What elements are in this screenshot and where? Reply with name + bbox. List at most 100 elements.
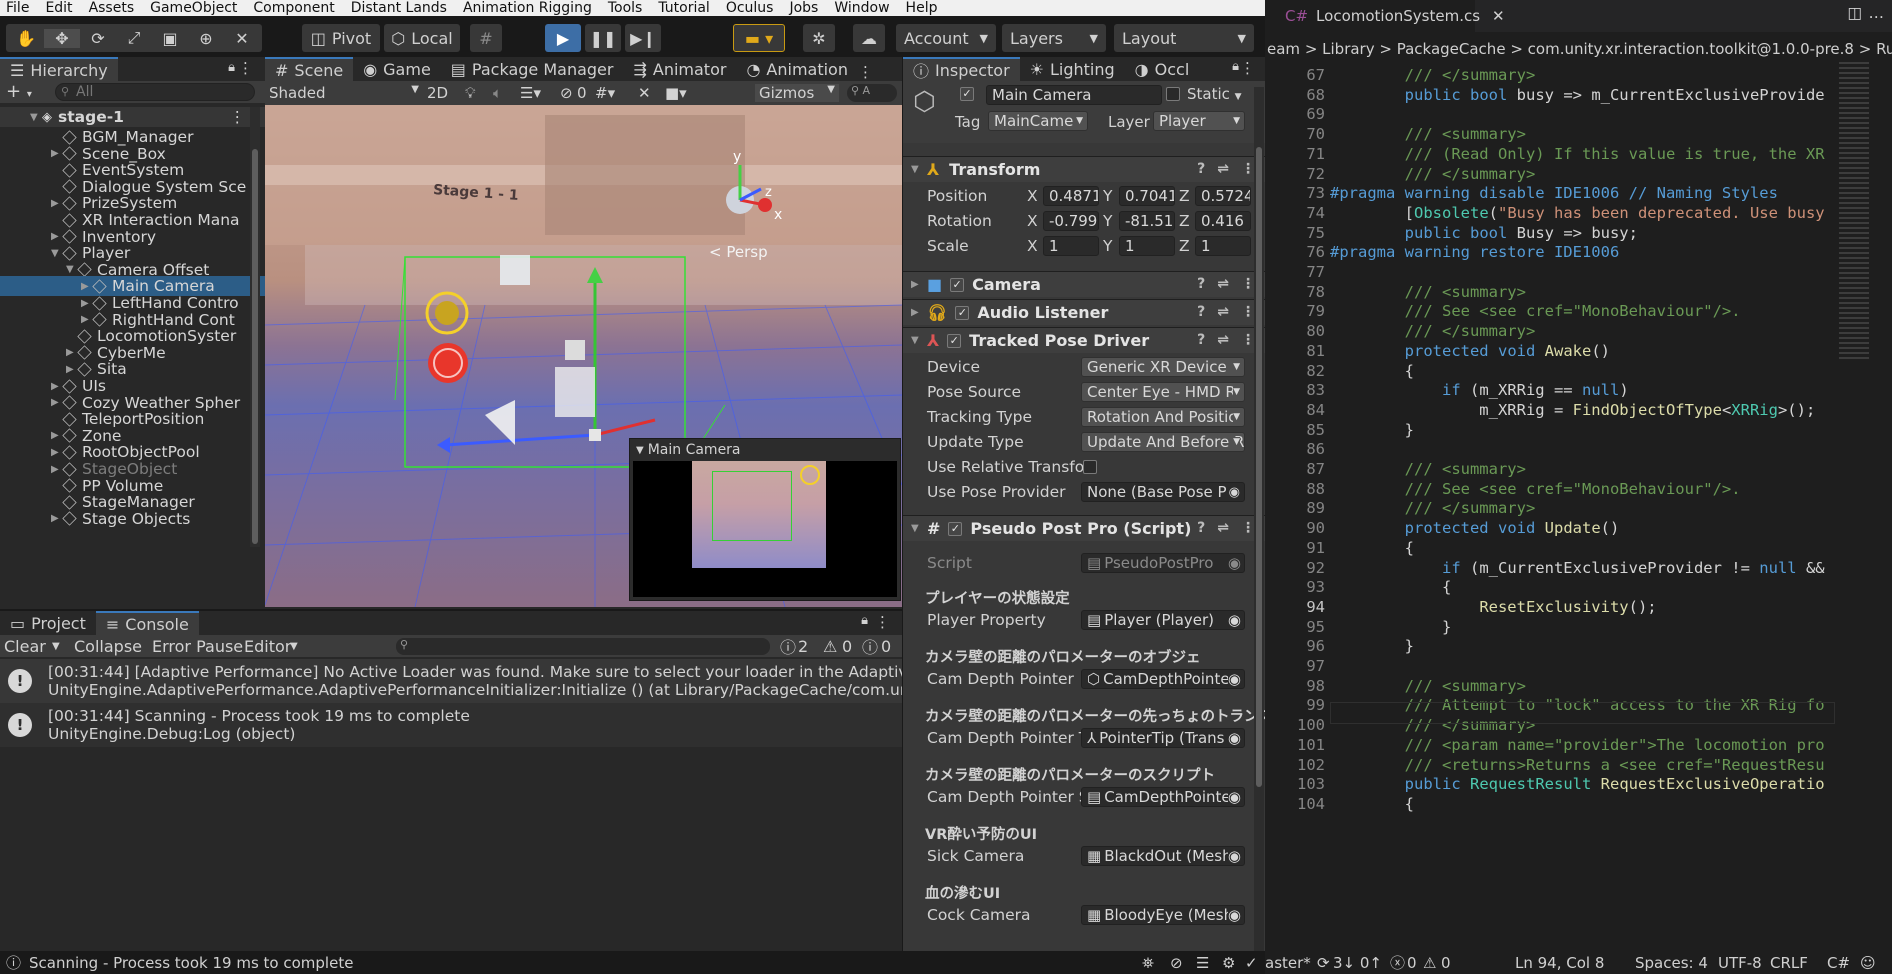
cursor-position[interactable]: Ln 94, Col 8	[1515, 954, 1604, 972]
chevron-right-icon[interactable]: ▶	[66, 364, 78, 375]
language-mode[interactable]: C#	[1827, 954, 1850, 972]
z-axis-label[interactable]: Z	[1179, 237, 1190, 255]
menu-item-oculus[interactable]: Oculus	[720, 0, 784, 16]
position-x-input[interactable]: 0.4871	[1043, 186, 1099, 206]
preset-icon[interactable]: ⇌	[1217, 161, 1229, 177]
y-axis-label[interactable]: Y	[1103, 212, 1112, 230]
breadcrumb-item[interactable]: eam	[1267, 40, 1300, 58]
add-icon[interactable]: + ▾	[6, 81, 32, 102]
chevron-right-icon[interactable]: ▶	[51, 397, 63, 408]
tab-scene[interactable]: # Scene	[265, 57, 354, 81]
object-reference-field[interactable]: ▤ CamDepthPointe ◉	[1081, 787, 1245, 807]
editor-dropdown[interactable]: Editor	[244, 637, 291, 656]
tab-animator[interactable]: ⇶ Animator	[623, 57, 736, 81]
code-line[interactable]: /// <returns>Returns a <see cref="Reques…	[1330, 756, 1825, 774]
hidden-toggle-icon[interactable]: ⊘	[560, 84, 573, 102]
kebab-menu-icon[interactable]: ⋮	[1241, 276, 1255, 292]
target-icon[interactable]: ◉	[1227, 729, 1241, 747]
persp-label[interactable]: < Persp	[709, 243, 768, 261]
y-axis-label[interactable]: Y	[1103, 187, 1112, 205]
rotate-tool-icon[interactable]: ⟳	[80, 29, 116, 48]
object-reference-field[interactable]: ▦ BloodyEye (Mesh ◉	[1081, 905, 1245, 925]
code-line[interactable]: {	[1330, 539, 1414, 557]
move-tool-icon[interactable]: ✥	[44, 28, 80, 48]
static-checkbox[interactable]	[1166, 87, 1180, 101]
breadcrumb-item[interactable]: PackageCache	[1397, 40, 1506, 58]
code-line[interactable]: /// See <see cref="MonoBehaviour"/>.	[1330, 302, 1741, 320]
menu-item-help[interactable]: Help	[900, 0, 948, 16]
chevron-down-icon[interactable]: ▼	[911, 335, 923, 346]
chevron-right-icon[interactable]: ▶	[911, 307, 923, 318]
object-reference-field[interactable]: ▦ BlackdOut (Mesh ◉	[1081, 846, 1245, 866]
scale-tool-icon[interactable]: ⤢	[116, 28, 152, 48]
object-reference-field[interactable]: ⬡ CamDepthPointe ◉	[1081, 669, 1245, 689]
code-line[interactable]: [Obsolete("Busy has been deprecated. Use…	[1330, 204, 1825, 222]
scene-search-input[interactable]: ⚲ A	[847, 84, 897, 102]
help-icon[interactable]: ?	[1197, 276, 1205, 292]
indentation[interactable]: Spaces: 4	[1635, 954, 1708, 972]
shading-dropdown[interactable]: Shaded ▼	[269, 84, 419, 102]
pseudo-post-pro-header[interactable]: ▼ # ✓ Pseudo Post Pro (Script) ? ⇌ ⋮	[903, 515, 1265, 541]
tab-game[interactable]: ◉ Game	[353, 57, 441, 81]
x-axis-label[interactable]: X	[1027, 237, 1038, 255]
menu-item-distant-lands[interactable]: Distant Lands	[345, 0, 457, 16]
audio-toggle-icon[interactable]: 🔈︎	[493, 84, 502, 102]
code-line[interactable]: #pragma warning restore IDE1006	[1330, 243, 1619, 261]
hierarchy-item[interactable]: ▶ Stage Objects	[0, 509, 265, 529]
x-axis-label[interactable]: X	[1027, 187, 1038, 205]
target-icon[interactable]: ◉	[1227, 611, 1241, 629]
code-line[interactable]: /// </summary>	[1330, 66, 1536, 84]
code-line[interactable]: /// </summary>	[1330, 165, 1536, 183]
log-entry[interactable]: ! [00:31:44] Scanning - Process took 19 m…	[0, 703, 902, 747]
code-line[interactable]: if (m_CurrentExclusiveProvider != null &…	[1330, 559, 1825, 577]
preset-icon[interactable]: ⇌	[1217, 332, 1229, 348]
layer-dropdown[interactable]: Player ▼	[1153, 111, 1245, 131]
menu-item-window[interactable]: Window	[828, 0, 899, 16]
help-icon[interactable]: ?	[1197, 332, 1205, 348]
code-line[interactable]: if (m_XRRig == null)	[1330, 381, 1629, 399]
scale-x-input[interactable]: 1	[1043, 236, 1099, 256]
tab-occl[interactable]: ◑ Occl	[1125, 57, 1200, 81]
code-line[interactable]: {	[1330, 578, 1451, 596]
kebab-menu-icon[interactable]: ⋮	[238, 59, 253, 77]
code-line[interactable]: public bool Busy => busy;	[1330, 224, 1638, 242]
menu-item-component[interactable]: Component	[247, 0, 344, 16]
preset-icon[interactable]: ⇌	[1217, 276, 1229, 292]
light-toggle-icon[interactable]: 💡︎	[465, 84, 476, 102]
rect-tool-icon[interactable]: ▣	[152, 29, 188, 48]
more-actions-icon[interactable]: …	[1869, 4, 1885, 22]
tpd-enabled-checkbox[interactable]: ✓	[947, 333, 962, 348]
code-line[interactable]: /// <summary>	[1330, 460, 1526, 478]
tab-project[interactable]: ▭ Project	[0, 611, 96, 635]
tab-console[interactable]: ≡ Console	[95, 611, 199, 635]
menu-item-gameobject[interactable]: GameObject	[144, 0, 247, 16]
warning-icon[interactable]: ⚠	[1423, 954, 1436, 972]
layers-dropdown[interactable]: Layers ▼	[1002, 24, 1106, 52]
close-icon[interactable]: ✕	[1492, 7, 1505, 25]
target-icon[interactable]: ◉	[1227, 847, 1241, 865]
active-checkbox[interactable]: ✓	[960, 87, 974, 101]
kebab-menu-icon[interactable]: ⋮	[1240, 59, 1255, 77]
chevron-right-icon[interactable]: ▶	[51, 198, 63, 209]
feedback-icon[interactable]: ☺	[1860, 954, 1876, 972]
chevron-right-icon[interactable]: ▶	[911, 279, 923, 290]
chevron-down-icon[interactable]: ▼	[911, 164, 923, 175]
warning-count-icon[interactable]: ⚠	[823, 637, 837, 656]
menu-item-assets[interactable]: Assets	[83, 0, 145, 16]
hand-tool-icon[interactable]: ✋	[8, 29, 44, 48]
breadcrumb-item[interactable]: Library	[1322, 40, 1374, 58]
code-line[interactable]: protected void Awake()	[1330, 342, 1610, 360]
chevron-right-icon[interactable]: ▶	[51, 148, 63, 159]
encoding[interactable]: UTF-8	[1718, 954, 1762, 972]
chevron-right-icon[interactable]: ▶	[81, 281, 93, 292]
chevron-down-icon[interactable]: ▼	[66, 264, 78, 275]
object-reference-field[interactable]: ⅄ PointerTip (Trans ◉	[1081, 728, 1245, 748]
editor-tab-active[interactable]: C# LocomotionSystem.cs ✕	[1265, 0, 1505, 32]
code-line[interactable]: }	[1330, 637, 1414, 655]
local-button[interactable]: ⬡ Local	[384, 24, 460, 52]
split-editor-icon[interactable]: ◫	[1847, 4, 1862, 22]
check-icon[interactable]: ✓	[1245, 954, 1258, 972]
line-ending[interactable]: CRLF	[1770, 954, 1808, 972]
chevron-right-icon[interactable]: ▶	[51, 430, 63, 441]
static-dropdown[interactable]: Static ▼	[1187, 85, 1242, 103]
